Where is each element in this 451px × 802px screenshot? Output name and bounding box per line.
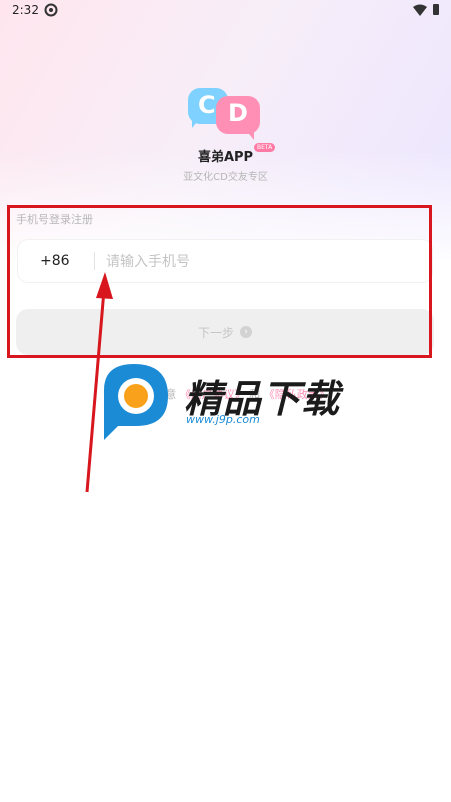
battery-icon bbox=[433, 4, 439, 15]
app-name: 喜弟APP bbox=[197, 150, 254, 165]
beta-badge: BETA bbox=[254, 143, 276, 152]
watermark-logo-icon bbox=[104, 364, 168, 440]
logo-letter-c: C bbox=[198, 91, 216, 119]
app-logo: C D bbox=[188, 86, 264, 142]
app-slogan: 亚文化CD交友专区 bbox=[183, 172, 268, 183]
status-bar: 2:32 bbox=[0, 0, 451, 22]
logo-tail-c bbox=[192, 118, 200, 128]
highlight-box bbox=[7, 205, 432, 358]
status-time: 2:32 bbox=[12, 3, 39, 17]
watermark-url: www.j9p.com bbox=[186, 413, 260, 426]
logo-tail-d bbox=[246, 130, 254, 140]
sync-icon bbox=[44, 3, 58, 17]
logo-letter-d: D bbox=[228, 99, 248, 127]
wifi-icon bbox=[413, 4, 427, 16]
